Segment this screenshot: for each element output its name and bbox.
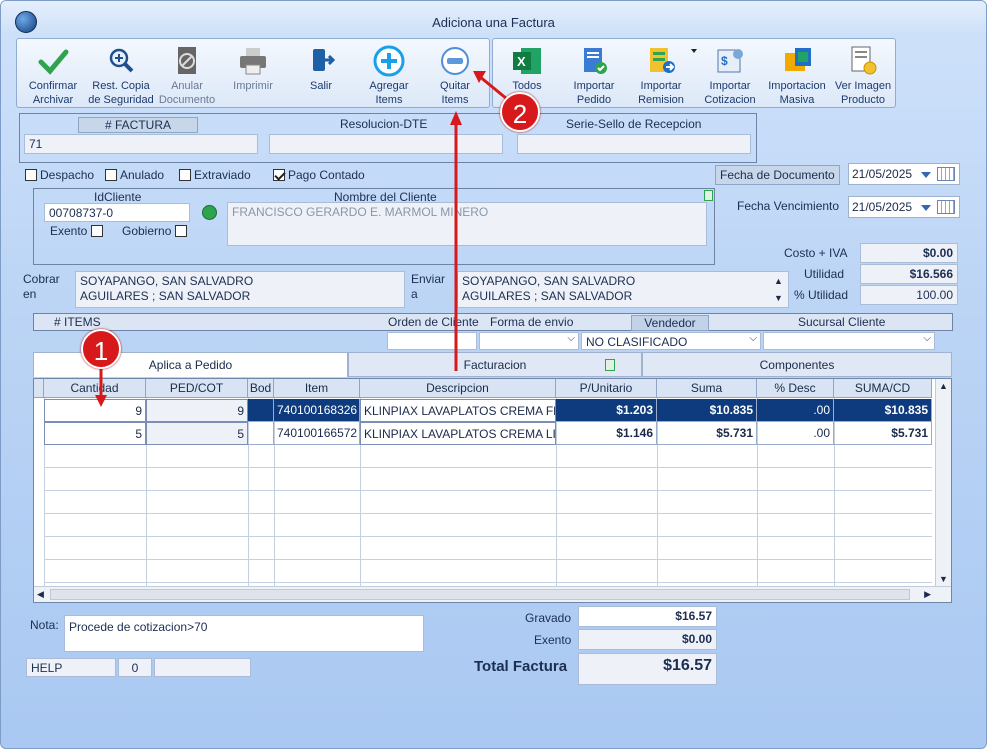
annotation-badge-1: 1 — [81, 329, 121, 369]
annotation-badge-2: 2 — [500, 92, 540, 132]
invoice-window: Adiciona una Factura Confirmar Archivar … — [0, 0, 987, 749]
annotation-arrows — [95, 71, 508, 407]
